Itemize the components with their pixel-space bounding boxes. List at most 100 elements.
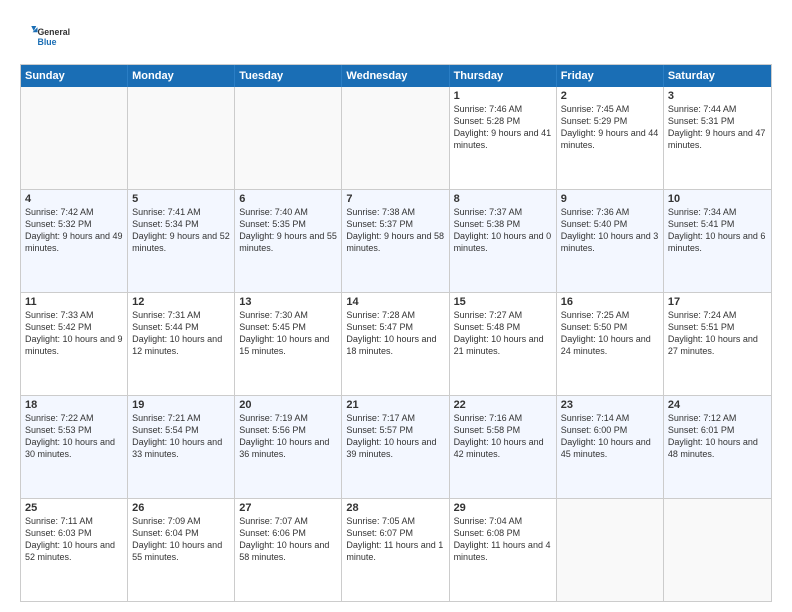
sunrise-line: Sunrise: 7:36 AM xyxy=(561,206,659,218)
sunset-line: Sunset: 5:29 PM xyxy=(561,115,659,127)
daylight-line: Daylight: 10 hours and 0 minutes. xyxy=(454,230,552,254)
sunset-line: Sunset: 5:57 PM xyxy=(346,424,444,436)
sunrise-line: Sunrise: 7:40 AM xyxy=(239,206,337,218)
daylight-line: Daylight: 10 hours and 6 minutes. xyxy=(668,230,767,254)
sunset-line: Sunset: 5:58 PM xyxy=(454,424,552,436)
day-cell-29: 29Sunrise: 7:04 AMSunset: 6:08 PMDayligh… xyxy=(450,499,557,601)
sunrise-line: Sunrise: 7:25 AM xyxy=(561,309,659,321)
day-number: 18 xyxy=(25,399,123,411)
sunset-line: Sunset: 5:50 PM xyxy=(561,321,659,333)
day-cell-5: 5Sunrise: 7:41 AMSunset: 5:34 PMDaylight… xyxy=(128,190,235,292)
day-cell-17: 17Sunrise: 7:24 AMSunset: 5:51 PMDayligh… xyxy=(664,293,771,395)
sunset-line: Sunset: 5:51 PM xyxy=(668,321,767,333)
day-cell-4: 4Sunrise: 7:42 AMSunset: 5:32 PMDaylight… xyxy=(21,190,128,292)
sunrise-line: Sunrise: 7:33 AM xyxy=(25,309,123,321)
sunset-line: Sunset: 5:31 PM xyxy=(668,115,767,127)
daylight-line: Daylight: 10 hours and 33 minutes. xyxy=(132,436,230,460)
day-number: 24 xyxy=(668,399,767,411)
day-cell-8: 8Sunrise: 7:37 AMSunset: 5:38 PMDaylight… xyxy=(450,190,557,292)
day-cell-6: 6Sunrise: 7:40 AMSunset: 5:35 PMDaylight… xyxy=(235,190,342,292)
daylight-line: Daylight: 10 hours and 42 minutes. xyxy=(454,436,552,460)
daylight-line: Daylight: 9 hours and 52 minutes. xyxy=(132,230,230,254)
sunrise-line: Sunrise: 7:21 AM xyxy=(132,412,230,424)
calendar-row: 1Sunrise: 7:46 AMSunset: 5:28 PMDaylight… xyxy=(21,87,771,190)
empty-cell xyxy=(664,499,771,601)
daylight-line: Daylight: 9 hours and 58 minutes. xyxy=(346,230,444,254)
logo: General Blue xyxy=(20,16,70,56)
day-number: 13 xyxy=(239,296,337,308)
sunset-line: Sunset: 5:34 PM xyxy=(132,218,230,230)
daylight-line: Daylight: 10 hours and 58 minutes. xyxy=(239,539,337,563)
day-number: 4 xyxy=(25,193,123,205)
svg-text:General: General xyxy=(38,27,71,37)
day-number: 28 xyxy=(346,502,444,514)
empty-cell xyxy=(235,87,342,189)
day-cell-20: 20Sunrise: 7:19 AMSunset: 5:56 PMDayligh… xyxy=(235,396,342,498)
day-number: 20 xyxy=(239,399,337,411)
day-cell-19: 19Sunrise: 7:21 AMSunset: 5:54 PMDayligh… xyxy=(128,396,235,498)
day-cell-15: 15Sunrise: 7:27 AMSunset: 5:48 PMDayligh… xyxy=(450,293,557,395)
day-number: 19 xyxy=(132,399,230,411)
daylight-line: Daylight: 10 hours and 27 minutes. xyxy=(668,333,767,357)
empty-cell xyxy=(128,87,235,189)
daylight-line: Daylight: 10 hours and 21 minutes. xyxy=(454,333,552,357)
day-number: 8 xyxy=(454,193,552,205)
daylight-line: Daylight: 10 hours and 15 minutes. xyxy=(239,333,337,357)
day-cell-13: 13Sunrise: 7:30 AMSunset: 5:45 PMDayligh… xyxy=(235,293,342,395)
day-cell-2: 2Sunrise: 7:45 AMSunset: 5:29 PMDaylight… xyxy=(557,87,664,189)
day-number: 2 xyxy=(561,90,659,102)
day-cell-21: 21Sunrise: 7:17 AMSunset: 5:57 PMDayligh… xyxy=(342,396,449,498)
day-cell-23: 23Sunrise: 7:14 AMSunset: 6:00 PMDayligh… xyxy=(557,396,664,498)
sunrise-line: Sunrise: 7:37 AM xyxy=(454,206,552,218)
sunrise-line: Sunrise: 7:16 AM xyxy=(454,412,552,424)
sunrise-line: Sunrise: 7:46 AM xyxy=(454,103,552,115)
day-cell-22: 22Sunrise: 7:16 AMSunset: 5:58 PMDayligh… xyxy=(450,396,557,498)
sunrise-line: Sunrise: 7:05 AM xyxy=(346,515,444,527)
empty-cell xyxy=(557,499,664,601)
day-number: 27 xyxy=(239,502,337,514)
sunset-line: Sunset: 5:47 PM xyxy=(346,321,444,333)
sunset-line: Sunset: 6:03 PM xyxy=(25,527,123,539)
sunset-line: Sunset: 5:32 PM xyxy=(25,218,123,230)
calendar-row: 18Sunrise: 7:22 AMSunset: 5:53 PMDayligh… xyxy=(21,396,771,499)
day-header-wednesday: Wednesday xyxy=(342,65,449,87)
day-number: 16 xyxy=(561,296,659,308)
day-cell-9: 9Sunrise: 7:36 AMSunset: 5:40 PMDaylight… xyxy=(557,190,664,292)
sunrise-line: Sunrise: 7:09 AM xyxy=(132,515,230,527)
sunset-line: Sunset: 5:40 PM xyxy=(561,218,659,230)
sunrise-line: Sunrise: 7:17 AM xyxy=(346,412,444,424)
day-cell-26: 26Sunrise: 7:09 AMSunset: 6:04 PMDayligh… xyxy=(128,499,235,601)
day-number: 3 xyxy=(668,90,767,102)
day-number: 7 xyxy=(346,193,444,205)
day-number: 15 xyxy=(454,296,552,308)
day-number: 14 xyxy=(346,296,444,308)
day-cell-1: 1Sunrise: 7:46 AMSunset: 5:28 PMDaylight… xyxy=(450,87,557,189)
sunrise-line: Sunrise: 7:04 AM xyxy=(454,515,552,527)
daylight-line: Daylight: 10 hours and 30 minutes. xyxy=(25,436,123,460)
sunrise-line: Sunrise: 7:34 AM xyxy=(668,206,767,218)
daylight-line: Daylight: 9 hours and 44 minutes. xyxy=(561,127,659,151)
daylight-line: Daylight: 10 hours and 18 minutes. xyxy=(346,333,444,357)
sunrise-line: Sunrise: 7:22 AM xyxy=(25,412,123,424)
day-header-thursday: Thursday xyxy=(450,65,557,87)
sunset-line: Sunset: 5:54 PM xyxy=(132,424,230,436)
sunrise-line: Sunrise: 7:38 AM xyxy=(346,206,444,218)
sunset-line: Sunset: 6:06 PM xyxy=(239,527,337,539)
sunrise-line: Sunrise: 7:24 AM xyxy=(668,309,767,321)
calendar-header: SundayMondayTuesdayWednesdayThursdayFrid… xyxy=(21,65,771,87)
daylight-line: Daylight: 11 hours and 4 minutes. xyxy=(454,539,552,563)
day-cell-12: 12Sunrise: 7:31 AMSunset: 5:44 PMDayligh… xyxy=(128,293,235,395)
sunset-line: Sunset: 5:44 PM xyxy=(132,321,230,333)
daylight-line: Daylight: 9 hours and 41 minutes. xyxy=(454,127,552,151)
daylight-line: Daylight: 9 hours and 55 minutes. xyxy=(239,230,337,254)
sunset-line: Sunset: 6:08 PM xyxy=(454,527,552,539)
day-number: 25 xyxy=(25,502,123,514)
day-number: 11 xyxy=(25,296,123,308)
sunrise-line: Sunrise: 7:28 AM xyxy=(346,309,444,321)
sunrise-line: Sunrise: 7:41 AM xyxy=(132,206,230,218)
sunset-line: Sunset: 6:04 PM xyxy=(132,527,230,539)
day-number: 9 xyxy=(561,193,659,205)
day-number: 1 xyxy=(454,90,552,102)
calendar-row: 25Sunrise: 7:11 AMSunset: 6:03 PMDayligh… xyxy=(21,499,771,601)
day-cell-28: 28Sunrise: 7:05 AMSunset: 6:07 PMDayligh… xyxy=(342,499,449,601)
